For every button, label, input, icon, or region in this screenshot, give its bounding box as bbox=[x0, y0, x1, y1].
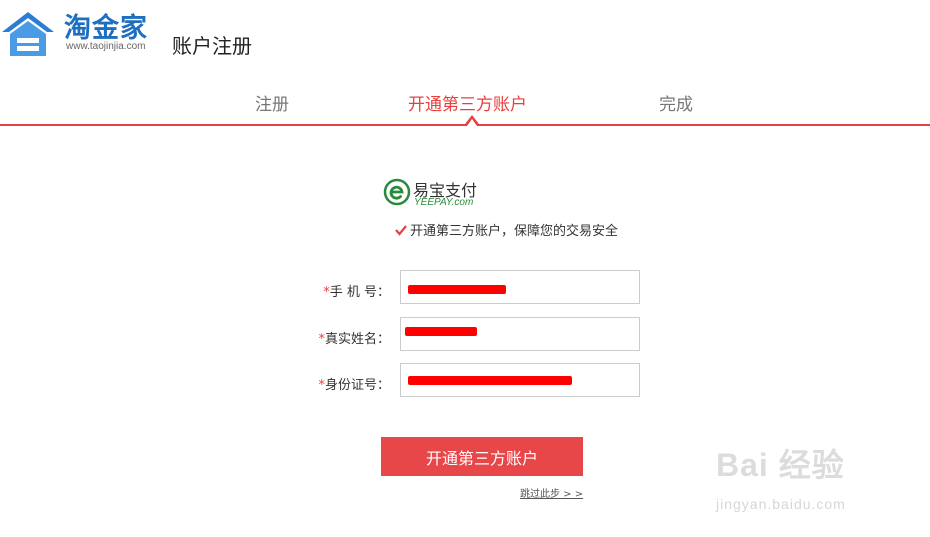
open-third-party-account-button[interactable]: 开通第三方账户 bbox=[381, 437, 583, 476]
house-logo-icon[interactable] bbox=[0, 8, 56, 60]
active-step-caret-icon bbox=[465, 115, 479, 126]
real-name-redaction bbox=[405, 327, 477, 336]
yeepay-e-icon bbox=[383, 178, 411, 206]
agreement-checkbox[interactable]: 开通第三方账户，保障您的交易安全 bbox=[395, 220, 618, 239]
skip-step-link[interactable]: 跳过此步 > > bbox=[520, 485, 583, 500]
watermark-url: jingyan.baidu.com bbox=[716, 496, 846, 512]
yeepay-subtitle: YEEPAY.com bbox=[414, 197, 474, 208]
phone-row: *手 机 号： bbox=[300, 270, 660, 308]
real-name-row: *真实姓名： bbox=[300, 317, 660, 355]
step-register: 注册 bbox=[255, 95, 289, 115]
checkmark-icon[interactable] bbox=[395, 224, 407, 236]
step-divider bbox=[0, 124, 930, 126]
baidu-jingyan-watermark: Bai 经验 jingyan.baidu.com bbox=[716, 440, 886, 520]
header: 淘金家 www.taojinjia.com 账户注册 bbox=[0, 0, 930, 80]
id-number-row: *身份证号： bbox=[300, 363, 660, 401]
step-third-party-account: 开通第三方账户 bbox=[408, 95, 527, 115]
brand-name[interactable]: 淘金家 bbox=[64, 6, 148, 45]
yeepay-logo: 易宝支付 YEEPAY.com bbox=[383, 176, 523, 212]
phone-label: *手 机 号： bbox=[323, 285, 390, 300]
id-number-redaction bbox=[408, 376, 572, 385]
id-number-label: *身份证号： bbox=[318, 378, 390, 393]
phone-redaction bbox=[408, 285, 506, 294]
agreement-text: 开通第三方账户，保障您的交易安全 bbox=[410, 224, 619, 239]
page-title: 账户注册 bbox=[172, 34, 252, 58]
real-name-label: *真实姓名： bbox=[318, 332, 390, 347]
brand-url: www.taojinjia.com bbox=[66, 41, 146, 52]
watermark-main-text: Bai 经验 bbox=[716, 447, 845, 483]
step-complete: 完成 bbox=[659, 95, 693, 115]
step-progress: 注册 开通第三方账户 完成 bbox=[0, 86, 930, 128]
